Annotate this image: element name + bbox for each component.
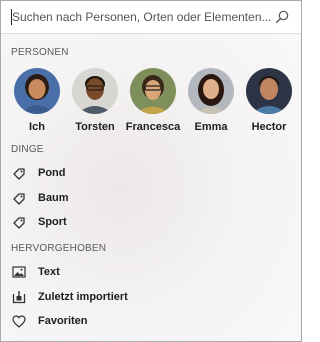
avatar	[246, 68, 292, 114]
person-francesca[interactable]: Francesca	[124, 68, 182, 133]
person-ich[interactable]: Ich	[8, 68, 66, 133]
avatar	[188, 68, 234, 114]
thing-item-pond[interactable]: Pond	[11, 163, 66, 183]
search-button[interactable]	[271, 6, 293, 28]
image-icon	[11, 264, 27, 280]
import-icon	[11, 289, 27, 305]
person-name: Ich	[29, 121, 45, 133]
avatar	[72, 68, 118, 114]
thing-item-sport[interactable]: Sport	[11, 212, 67, 232]
section-heading-featured: HERVORGEHOBEN	[11, 243, 107, 254]
tag-icon	[11, 190, 27, 206]
person-torsten[interactable]: Torsten	[66, 68, 124, 133]
thing-label: Baum	[38, 192, 69, 204]
section-heading-things: DINGE	[11, 144, 44, 155]
search-flyout: Suchen nach Personen, Orten oder Element…	[0, 0, 302, 342]
featured-label: Text	[38, 266, 60, 278]
featured-item-recently-imported[interactable]: Zuletzt importiert	[11, 287, 128, 307]
avatar	[14, 68, 60, 114]
thing-item-baum[interactable]: Baum	[11, 188, 69, 208]
section-heading-people: PERSONEN	[11, 47, 69, 58]
thing-label: Pond	[38, 167, 66, 179]
person-name: Hector	[251, 121, 287, 133]
people-list: Ich Torsten Francesca Emma Hector	[1, 68, 301, 138]
person-name: Francesca	[125, 121, 181, 133]
search-icon	[275, 10, 289, 24]
search-placeholder: Suchen nach Personen, Orten oder Element…	[12, 10, 272, 24]
thing-label: Sport	[38, 216, 67, 228]
heart-icon	[11, 313, 27, 329]
person-emma[interactable]: Emma	[182, 68, 240, 133]
featured-item-favorites[interactable]: Favoriten	[11, 311, 88, 331]
featured-label: Zuletzt importiert	[38, 291, 128, 303]
avatar	[130, 68, 176, 114]
person-name: Torsten	[75, 121, 115, 133]
tag-icon	[11, 214, 27, 230]
person-name: Emma	[194, 121, 228, 133]
search-box[interactable]: Suchen nach Personen, Orten oder Element…	[1, 1, 301, 34]
person-hector[interactable]: Hector	[240, 68, 298, 133]
tag-icon	[11, 165, 27, 181]
featured-item-text[interactable]: Text	[11, 262, 60, 282]
featured-label: Favoriten	[38, 315, 88, 327]
